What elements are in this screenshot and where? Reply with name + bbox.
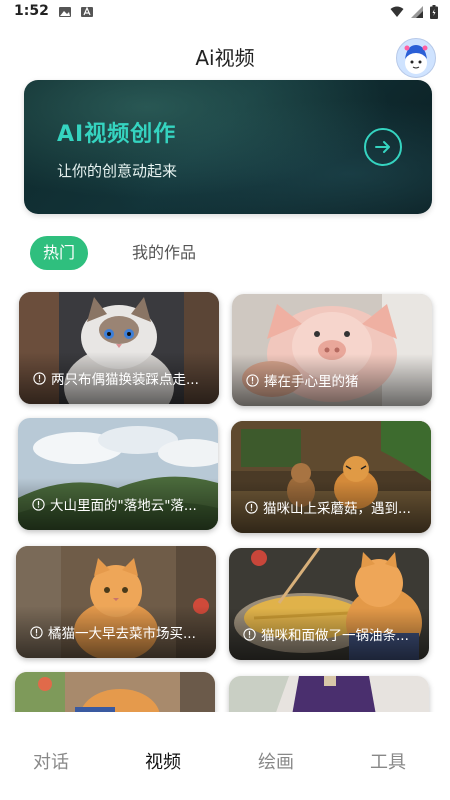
video-card[interactable]: 橘猫一大早去菜市场买...: [16, 546, 216, 658]
page-title: Ai视频: [195, 46, 255, 70]
notification-icons: [58, 5, 94, 19]
info-icon: [32, 497, 45, 511]
video-caption: 猫咪山上采蘑菇，遇到...: [245, 497, 421, 517]
status-bar: 1:52: [0, 0, 450, 26]
video-caption: 橘猫一大早去菜市场买...: [30, 622, 206, 642]
info-icon: [33, 371, 46, 385]
info-icon: [245, 500, 258, 514]
tab-hot[interactable]: 热门: [30, 236, 88, 270]
wifi-icon: [390, 6, 404, 17]
video-caption: 捧在手心里的猪: [246, 370, 422, 390]
info-icon: [246, 373, 259, 387]
video-title: 两只布偶猫换装踩点走...: [51, 372, 199, 388]
app-header: Ai视频: [0, 30, 450, 82]
video-title: 猫咪山上采蘑菇，遇到...: [263, 501, 411, 517]
avatar[interactable]: [396, 38, 436, 78]
start-create-button[interactable]: [364, 128, 402, 166]
arrow-right-icon: [375, 141, 390, 153]
banner-subtitle: 让你的创意动起来: [57, 162, 178, 180]
tab-my-works[interactable]: 我的作品: [132, 236, 196, 270]
video-title: 捧在手心里的猪: [264, 374, 359, 390]
video-caption: 大山里面的"落地云"落...: [32, 494, 208, 514]
bottom-navigation: 对话 视频 绘画 工具: [0, 712, 450, 800]
info-icon: [30, 625, 43, 639]
content-tabs: 热门 我的作品: [30, 236, 430, 272]
video-card[interactable]: 捧在手心里的猪: [232, 294, 432, 406]
user-avatar-icon: [404, 45, 428, 74]
video-title: 大山里面的"落地云"落...: [50, 498, 197, 514]
status-time: 1:52: [14, 3, 49, 19]
video-card[interactable]: 猫咪山上采蘑菇，遇到...: [231, 421, 431, 533]
video-card[interactable]: 两只布偶猫换装踩点走...: [19, 292, 219, 404]
system-status-icons: [390, 5, 438, 19]
banner-title: AI视频创作: [57, 122, 177, 147]
info-icon: [243, 627, 256, 641]
nav-chat[interactable]: 对话: [33, 748, 69, 774]
video-title: 猫咪和面做了一锅油条...: [261, 628, 409, 644]
video-caption: 猫咪和面做了一锅油条...: [243, 624, 419, 644]
cellular-signal-icon: [411, 6, 423, 18]
nav-painting[interactable]: 绘画: [258, 748, 294, 774]
nav-video[interactable]: 视频: [145, 748, 181, 774]
nav-tools[interactable]: 工具: [370, 748, 406, 774]
ai-video-create-banner[interactable]: AI视频创作 让你的创意动起来: [24, 80, 432, 214]
battery-icon: [430, 5, 438, 19]
app-notification-icon: [81, 6, 93, 17]
image-notification-icon: [59, 7, 71, 17]
video-caption: 两只布偶猫换装踩点走...: [33, 368, 209, 388]
video-card[interactable]: 大山里面的"落地云"落...: [18, 418, 218, 530]
video-title: 橘猫一大早去菜市场买...: [48, 626, 196, 642]
video-card[interactable]: 猫咪和面做了一锅油条...: [229, 548, 429, 660]
